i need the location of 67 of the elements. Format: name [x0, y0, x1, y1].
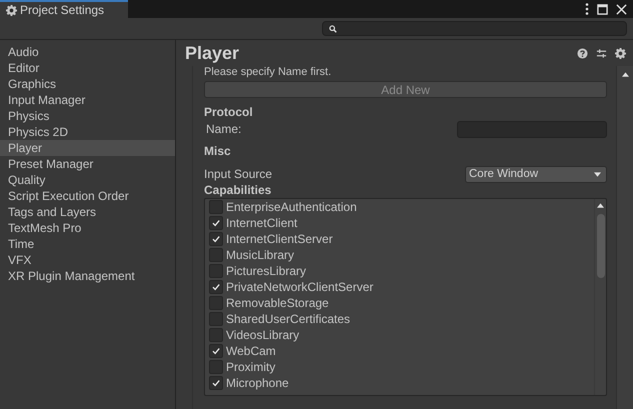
- search-icon: [329, 24, 337, 32]
- checkbox-label: InternetClientServer: [226, 232, 333, 246]
- more-options-icon[interactable]: [585, 3, 589, 15]
- sidebar-item[interactable]: VFX: [0, 252, 175, 268]
- close-icon[interactable]: [616, 4, 627, 14]
- window-title: Project Settings: [20, 3, 104, 17]
- checkbox-label: Proximity: [226, 360, 276, 374]
- checkbox-label: SharedUserCertificates: [226, 312, 350, 326]
- up-arrow-icon[interactable]: [622, 72, 628, 77]
- scrollbar-thumb[interactable]: [596, 214, 604, 278]
- sidebar-item[interactable]: Tags and Layers: [0, 204, 175, 220]
- sidebar-item[interactable]: Time: [0, 236, 175, 252]
- checkbox[interactable]: [209, 360, 223, 374]
- up-arrow-icon[interactable]: [597, 203, 604, 208]
- checkbox-label: MusicLibrary: [226, 248, 294, 262]
- window-tab[interactable]: Project Settings: [0, 0, 128, 18]
- settings-icon[interactable]: [615, 48, 626, 58]
- sidebar-item[interactable]: Editor: [0, 60, 175, 76]
- caret-icon: [594, 172, 601, 176]
- checkbox-label: VideosLibrary: [226, 328, 300, 342]
- hint-text: Please specify Name first.: [204, 66, 332, 79]
- section-heading: Capabilities: [204, 183, 272, 198]
- sliders-icon[interactable]: [596, 48, 607, 58]
- field-label: Input Source: [204, 167, 272, 181]
- checkbox-label: InternetClient: [226, 216, 298, 230]
- check-icon: [211, 378, 221, 388]
- checkbox-label: Microphone: [226, 376, 289, 390]
- checkbox[interactable]: [209, 216, 223, 230]
- input-source-dropdown[interactable]: Core Window: [465, 166, 607, 182]
- checkbox[interactable]: [209, 200, 223, 214]
- field-label: Name:: [205, 122, 242, 136]
- sidebar-item[interactable]: Player: [0, 140, 175, 156]
- checkbox[interactable]: [209, 280, 223, 294]
- checkbox[interactable]: [209, 312, 223, 326]
- checkbox[interactable]: [209, 328, 223, 342]
- check-icon: [211, 282, 221, 292]
- sidebar-item[interactable]: Physics: [0, 108, 175, 124]
- checkbox-label: PicturesLibrary: [226, 264, 306, 278]
- sidebar-item[interactable]: Audio: [0, 44, 175, 60]
- sidebar-item[interactable]: Quality: [0, 172, 175, 188]
- maximize-icon[interactable]: [597, 4, 608, 14]
- checkbox[interactable]: [209, 264, 223, 278]
- sidebar-item[interactable]: Preset Manager: [0, 156, 175, 172]
- checkbox[interactable]: [209, 248, 223, 262]
- help-icon[interactable]: [577, 48, 588, 58]
- checkbox[interactable]: [209, 232, 223, 246]
- checkbox-label: PrivateNetworkClientServer: [226, 280, 374, 294]
- checkbox-label: EnterpriseAuthentication: [226, 200, 357, 214]
- check-icon: [211, 346, 221, 356]
- checkbox[interactable]: [209, 296, 223, 310]
- scrollbar[interactable]: [617, 66, 633, 409]
- sidebar-item[interactable]: Script Execution Order: [0, 188, 175, 204]
- settings-icon: [6, 4, 17, 16]
- scrollbar[interactable]: [594, 199, 606, 395]
- sidebar-item[interactable]: Input Manager: [0, 92, 175, 108]
- section-heading: Misc: [204, 144, 232, 159]
- checkbox[interactable]: [209, 344, 223, 358]
- sidebar-item[interactable]: Physics 2D: [0, 124, 175, 140]
- sidebar-item[interactable]: Graphics: [0, 76, 175, 92]
- checkbox-label: WebCam: [226, 344, 276, 358]
- sidebar-item[interactable]: XR Plugin Management: [0, 268, 175, 284]
- checkbox-label: RemovableStorage: [226, 296, 329, 310]
- panel-title: Player: [185, 42, 240, 64]
- sidebar-item[interactable]: TextMesh Pro: [0, 220, 175, 236]
- search-field[interactable]: [322, 21, 627, 36]
- section-heading: Protocol: [204, 105, 254, 120]
- checkbox[interactable]: [209, 376, 223, 390]
